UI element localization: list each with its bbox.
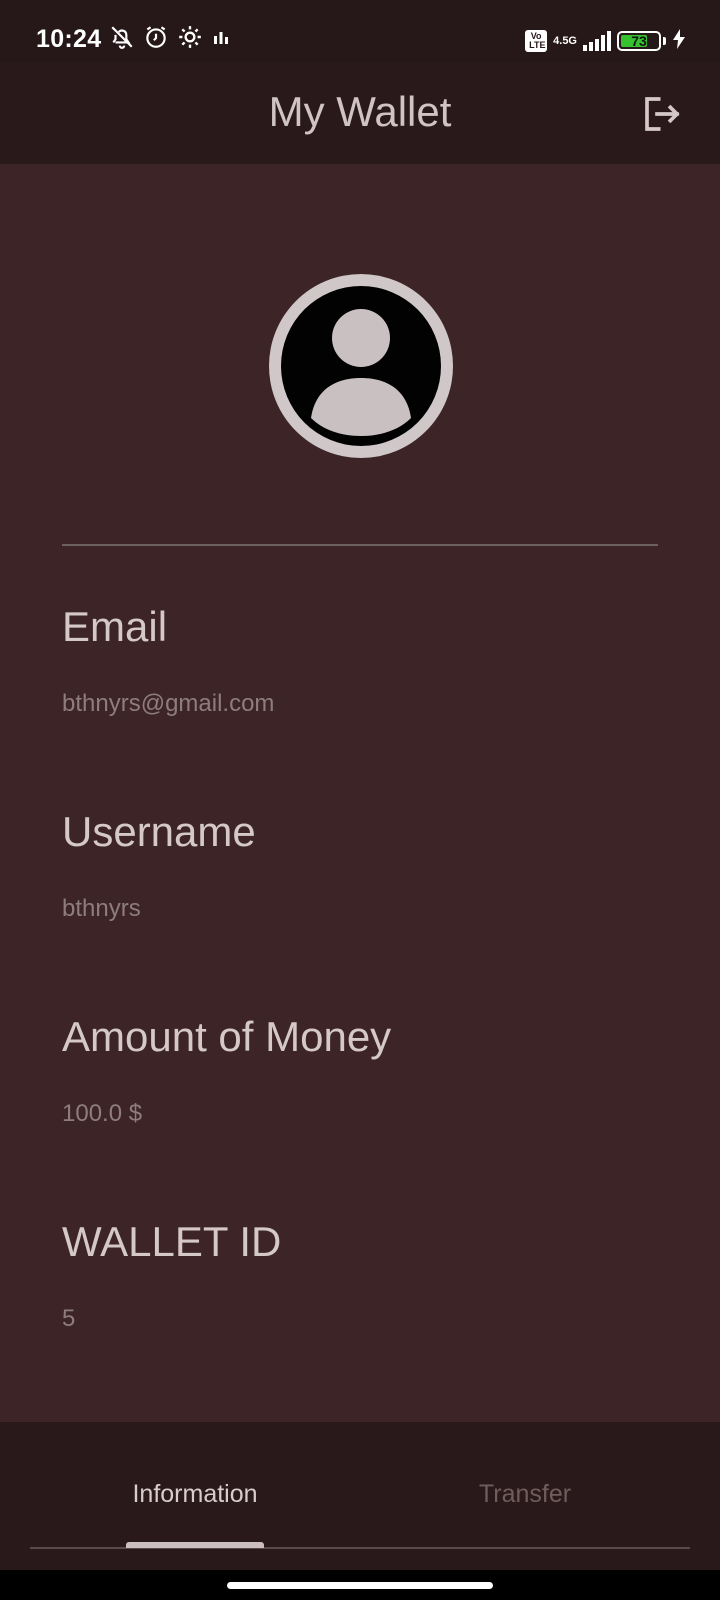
money-label: Amount of Money <box>62 1013 392 1060</box>
gesture-nav-area <box>0 1570 720 1600</box>
email-label: Email <box>62 603 168 650</box>
account-circle-icon <box>281 286 441 446</box>
app-bar: My Wallet <box>0 62 720 164</box>
email-section: Email bthnyrs@gmail.com <box>62 603 662 719</box>
data-usage-icon <box>211 27 231 52</box>
battery-level: 73 <box>631 33 647 49</box>
money-section: Amount of Money 100.0 $ <box>62 1013 662 1129</box>
email-value: bthnyrs@gmail.com <box>62 690 275 717</box>
status-right: Vo LTE 4.5G 73 <box>525 24 686 58</box>
status-bar: 10:24 Vo LTE 4.5G 73 <box>0 0 720 62</box>
battery-icon: 73 <box>617 31 661 51</box>
logout-button[interactable] <box>640 92 684 136</box>
charging-icon <box>672 28 686 54</box>
home-gesture-handle[interactable] <box>227 1582 493 1589</box>
wallet-id-value: 5 <box>62 1305 76 1332</box>
bottom-tab-bar: Information Transfer <box>0 1422 720 1570</box>
username-label: Username <box>62 808 256 855</box>
volte-icon: Vo LTE <box>525 30 548 52</box>
username-section: Username bthnyrs <box>62 808 662 924</box>
status-time: 10:24 <box>36 24 102 53</box>
divider <box>62 544 658 546</box>
alarm-icon <box>143 24 169 55</box>
page-title: My Wallet <box>268 88 452 135</box>
notifications-off-icon <box>109 24 135 55</box>
tab-transfer-label: Transfer <box>478 1480 572 1508</box>
battery-cap <box>663 37 666 45</box>
status-left: 10:24 <box>36 22 231 56</box>
money-value: 100.0 $ <box>62 1100 143 1127</box>
wallet-screen: 10:24 Vo LTE 4.5G 73 My Wallet Email bth… <box>0 0 720 1600</box>
tab-selected-indicator <box>126 1542 264 1548</box>
tab-information-label: Information <box>132 1480 258 1508</box>
wallet-id-section: WALLET ID 5 <box>62 1218 662 1334</box>
logout-icon <box>645 97 680 131</box>
settings-icon <box>177 24 203 55</box>
username-value: bthnyrs <box>62 895 141 922</box>
signal-strength-icon <box>583 31 611 51</box>
network-type: 4.5G <box>553 34 577 47</box>
wallet-id-label: WALLET ID <box>62 1218 282 1265</box>
avatar <box>269 274 453 458</box>
